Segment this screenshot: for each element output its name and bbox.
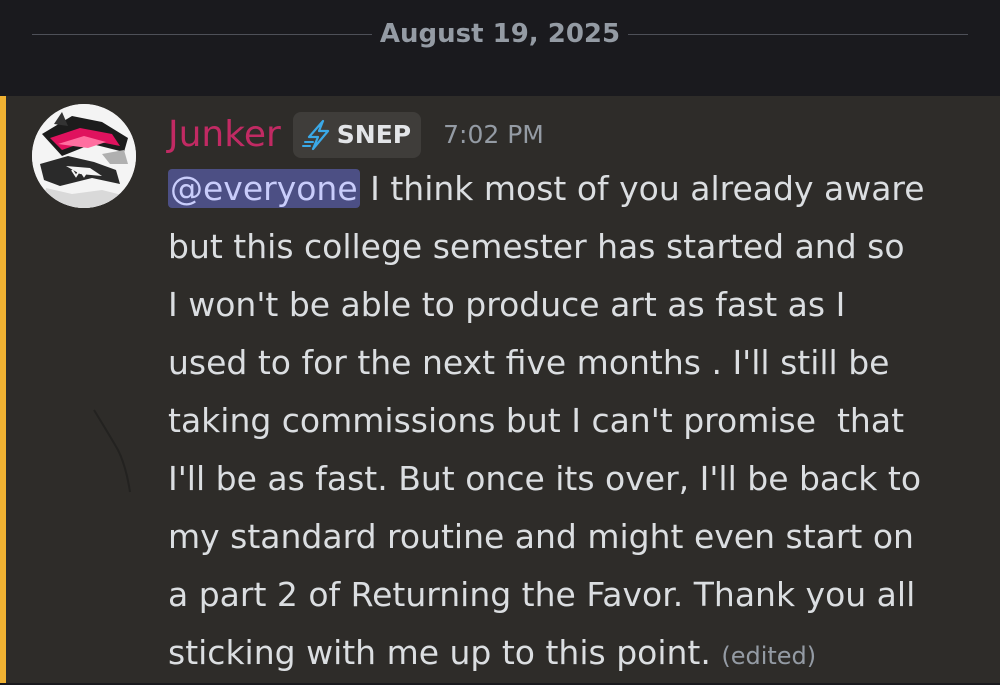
message-line-3: I won't be able to produce art as fast a…: [168, 285, 846, 324]
message-line-1: I think most of you already aware: [359, 169, 925, 208]
chat-top-area: August 19, 2025: [0, 0, 1000, 96]
avatar-image: [32, 104, 136, 208]
divider-line-left: [32, 34, 372, 35]
author-name[interactable]: Junker: [168, 113, 281, 157]
date-divider-label: August 19, 2025: [379, 19, 621, 49]
server-tag[interactable]: SNEP: [292, 112, 422, 158]
stray-mark: [93, 409, 131, 493]
chat-message[interactable]: Junker SNEP 7:02 PM @everyone I think mo…: [0, 96, 1000, 683]
message-content: @everyone I think most of you already aw…: [168, 160, 983, 685]
message-timestamp[interactable]: 7:02 PM: [443, 120, 544, 150]
divider-line-right: [628, 34, 968, 35]
everyone-mention[interactable]: @everyone: [168, 169, 360, 208]
message-line-4: used to for the next five months . I'll …: [168, 343, 890, 382]
message-line-2: but this college semester has started an…: [168, 227, 905, 266]
message-header: Junker SNEP 7:02 PM: [168, 110, 544, 160]
message-line-7: my standard routine and might even start…: [168, 517, 914, 556]
message-line-6: I'll be as fast. But once its over, I'll…: [168, 459, 922, 498]
date-divider: August 19, 2025: [0, 12, 1000, 56]
lightning-bolt-icon: [301, 118, 335, 152]
mention-highlight-bar: [0, 96, 6, 683]
message-line-8: a part 2 of Returning the Favor. Thank y…: [168, 575, 916, 614]
edited-indicator: (edited): [721, 642, 817, 670]
avatar[interactable]: [32, 104, 136, 208]
message-line-5: taking commissions but I can't promise t…: [168, 401, 905, 440]
message-line-9: sticking with me up to this point.: [168, 633, 711, 672]
server-tag-label: SNEP: [336, 120, 412, 149]
